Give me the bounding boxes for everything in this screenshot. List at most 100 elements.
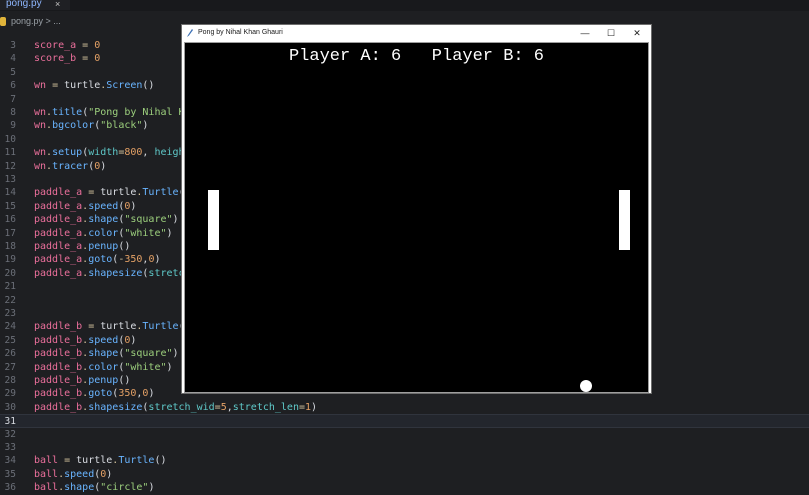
code-token: tracer (52, 160, 89, 172)
code-token: ) (166, 361, 173, 373)
code-token: = (76, 53, 95, 65)
breadcrumb[interactable]: pong.py > ... (0, 14, 61, 28)
line-number: 3 (10, 40, 16, 51)
line-number: 36 (4, 482, 16, 494)
code-line[interactable]: 32 (0, 428, 809, 441)
code-token: ball (34, 468, 59, 480)
code-token: ) (148, 482, 155, 494)
code-token: = (46, 80, 65, 92)
code-text: paddle_a.penup() (34, 240, 130, 253)
ball (580, 380, 592, 392)
maximize-button[interactable]: ☐ (598, 25, 624, 41)
code-text: wn.title("Pong by Nihal Kh (34, 106, 191, 119)
code-token: shapesize (88, 267, 143, 279)
breadcrumb-text: pong.py > ... (11, 16, 61, 26)
line-number: 20 (4, 267, 16, 279)
line-number: 31 (4, 416, 16, 428)
code-text: ball.speed(0) (34, 468, 112, 481)
code-token: goto (88, 254, 113, 266)
code-token: bgcolor (52, 120, 95, 132)
code-text: paddle_b.shape("square") (34, 347, 179, 360)
code-text: paddle_b.goto(350,0) (34, 387, 154, 400)
code-token: turtle (76, 455, 113, 467)
code-token: ) (130, 200, 137, 212)
code-token: = (76, 40, 95, 51)
code-token: paddle_a (34, 214, 83, 226)
code-token: ) (311, 401, 318, 413)
line-number: 18 (4, 241, 16, 252)
code-text: wn = turtle.Screen() (34, 79, 154, 92)
code-line[interactable]: 30 paddle_b.shapesize(stretch_wid=5,stret… (0, 401, 809, 414)
line-number: 9 (10, 120, 16, 132)
code-token: paddle_a (34, 241, 83, 252)
window-titlebar[interactable]: Pong by Nihal Khan Ghauri — ☐ ✕ (182, 25, 651, 41)
code-token: title (52, 107, 83, 118)
code-token: Screen (106, 80, 143, 92)
code-token: color (88, 227, 119, 239)
line-number: 15 (4, 200, 16, 212)
code-token: () (142, 80, 155, 92)
code-line[interactable]: 34 ball = turtle.Turtle() (0, 454, 809, 467)
line-number: 22 (4, 294, 16, 306)
code-token: "Pong by Nihal Kh (88, 107, 191, 118)
code-token: paddle_b (34, 321, 83, 333)
code-token: speed (88, 200, 119, 212)
code-token: = (82, 187, 101, 199)
close-button[interactable]: ✕ (624, 25, 650, 41)
code-token: paddle_a (34, 227, 83, 239)
close-tab-icon[interactable]: × (55, 0, 60, 11)
code-token: ) (148, 388, 155, 400)
code-token: ) (172, 348, 179, 360)
line-number: 13 (4, 174, 16, 185)
line-number: 5 (10, 66, 16, 78)
code-token: paddle_b (34, 401, 83, 413)
code-token: 0 (94, 40, 101, 51)
game-canvas[interactable]: Player A: 6 Player B: 6 (184, 42, 649, 393)
line-number: 35 (4, 468, 16, 480)
line-number: 10 (4, 133, 16, 145)
code-token: color (88, 361, 119, 373)
code-token: () (118, 375, 131, 386)
line-number: 34 (4, 455, 16, 467)
line-number: 28 (4, 375, 16, 386)
code-token: 350 (118, 388, 137, 400)
code-line[interactable]: 33 (0, 441, 809, 454)
line-number: 16 (4, 214, 16, 226)
line-number: 7 (10, 93, 16, 105)
line-number: 11 (4, 147, 16, 159)
code-token: wn (34, 80, 47, 92)
code-token: "square" (124, 348, 173, 360)
code-line[interactable]: 31 (0, 414, 809, 428)
code-line[interactable]: 35 ball.speed(0) (0, 468, 809, 481)
code-token: turtle (100, 187, 137, 199)
tab-pong-py[interactable]: pong.py × (0, 0, 70, 10)
code-line[interactable]: 36 ball.shape("circle") (0, 481, 809, 494)
code-text: paddle_b = turtle.Turtle() (34, 320, 191, 333)
code-token: speed (88, 334, 119, 346)
code-token: wn (34, 147, 47, 159)
code-token: turtle (100, 321, 137, 333)
code-token: Turtle (142, 187, 179, 199)
line-number: 29 (4, 388, 16, 400)
minimize-button[interactable]: — (572, 25, 598, 41)
line-number: 27 (4, 361, 16, 373)
code-text: paddle_b.penup() (34, 374, 130, 387)
line-number: 4 (10, 53, 16, 65)
code-token: shape (88, 214, 119, 226)
code-token: paddle_a (34, 200, 83, 212)
code-token: wn (34, 107, 47, 118)
python-file-icon (0, 17, 6, 27)
code-token: ) (154, 254, 161, 266)
code-text: paddle_a.shape("square") (34, 213, 179, 226)
window-title: Pong by Nihal Khan Ghauri (198, 29, 283, 36)
code-token: goto (88, 388, 113, 400)
code-token: width (88, 147, 119, 159)
code-token: = (58, 455, 77, 467)
paddle-b (619, 190, 630, 250)
code-token: paddle_b (34, 348, 83, 360)
scoreboard: Player A: 6 Player B: 6 (288, 47, 545, 66)
code-token: paddle_a (34, 254, 83, 266)
line-number: 32 (4, 428, 16, 440)
code-token: paddle_b (34, 388, 83, 400)
pong-window[interactable]: Pong by Nihal Khan Ghauri — ☐ ✕ Player A… (181, 24, 652, 394)
